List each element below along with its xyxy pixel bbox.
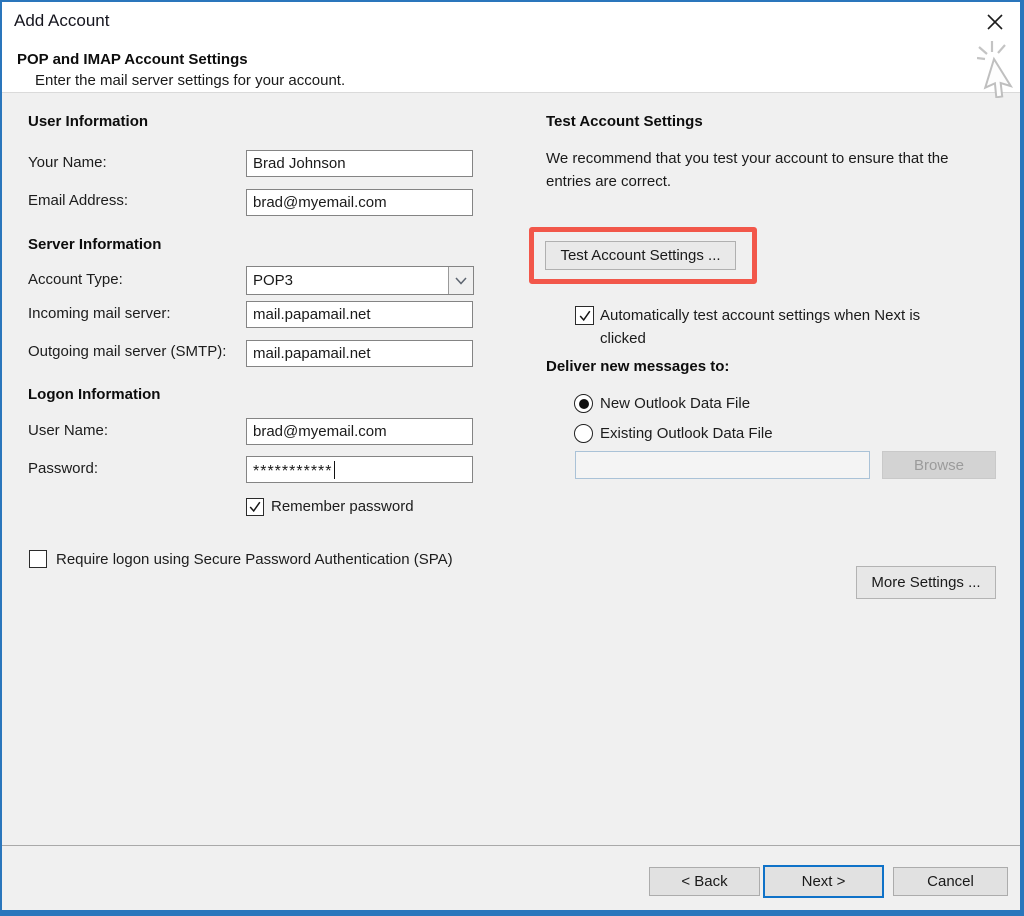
logon-information-heading: Logon Information <box>28 386 160 403</box>
server-information-heading: Server Information <box>28 236 161 253</box>
account-type-value: POP3 <box>253 272 293 289</box>
checkmark-icon <box>578 309 592 323</box>
dialog-body <box>0 92 1024 916</box>
remember-password-checkbox[interactable] <box>246 498 264 516</box>
radio-new-data-file-label[interactable]: New Outlook Data File <box>600 395 750 412</box>
window-title: Add Account <box>14 11 109 31</box>
close-icon <box>986 13 1004 31</box>
test-settings-heading: Test Account Settings <box>546 113 703 130</box>
radio-existing-data-file[interactable] <box>574 424 593 443</box>
more-settings-button[interactable]: More Settings ... <box>856 566 996 599</box>
cursor-click-icon <box>977 40 1023 103</box>
remember-password-label[interactable]: Remember password <box>271 498 414 515</box>
spa-checkbox[interactable] <box>29 550 47 568</box>
browse-button[interactable]: Browse <box>882 451 996 479</box>
radio-selected-dot <box>579 399 589 409</box>
password-label: Password: <box>28 460 98 477</box>
password-input[interactable]: *********** <box>246 456 473 483</box>
auto-test-label[interactable]: Automatically test account settings when… <box>600 304 966 350</box>
outgoing-server-label: Outgoing mail server (SMTP): <box>28 343 226 360</box>
auto-test-checkbox[interactable] <box>575 306 594 325</box>
radio-new-data-file[interactable] <box>574 394 593 413</box>
user-information-heading: User Information <box>28 113 148 130</box>
checkmark-icon <box>248 500 262 514</box>
user-name-label: User Name: <box>28 422 108 439</box>
incoming-server-label: Incoming mail server: <box>28 305 171 322</box>
test-settings-description: We recommend that you test your account … <box>546 147 994 193</box>
email-address-input[interactable] <box>246 189 473 216</box>
radio-existing-data-file-label[interactable]: Existing Outlook Data File <box>600 425 773 442</box>
dialog-subheading: Enter the mail server settings for your … <box>35 72 345 89</box>
user-name-input[interactable] <box>246 418 473 445</box>
email-address-label: Email Address: <box>28 192 128 209</box>
chevron-down-icon <box>455 277 467 285</box>
footer-divider <box>2 845 1020 846</box>
next-button[interactable]: Next > <box>763 865 884 898</box>
back-button[interactable]: < Back <box>649 867 760 896</box>
dropdown-button[interactable] <box>448 267 473 294</box>
deliver-heading: Deliver new messages to: <box>546 358 729 375</box>
outgoing-server-input[interactable] <box>246 340 473 367</box>
text-caret <box>334 461 335 479</box>
your-name-label: Your Name: <box>28 154 107 171</box>
dialog-heading: POP and IMAP Account Settings <box>17 51 248 68</box>
spa-checkbox-label[interactable]: Require logon using Secure Password Auth… <box>56 551 453 568</box>
account-type-select[interactable]: POP3 <box>246 266 474 295</box>
incoming-server-input[interactable] <box>246 301 473 328</box>
test-account-settings-button[interactable]: Test Account Settings ... <box>545 241 736 270</box>
cancel-button[interactable]: Cancel <box>893 867 1008 896</box>
data-file-path-input[interactable] <box>575 451 870 479</box>
account-type-label: Account Type: <box>28 271 123 288</box>
password-masked-value: *********** <box>253 463 333 481</box>
your-name-input[interactable] <box>246 150 473 177</box>
close-button[interactable] <box>978 6 1012 38</box>
